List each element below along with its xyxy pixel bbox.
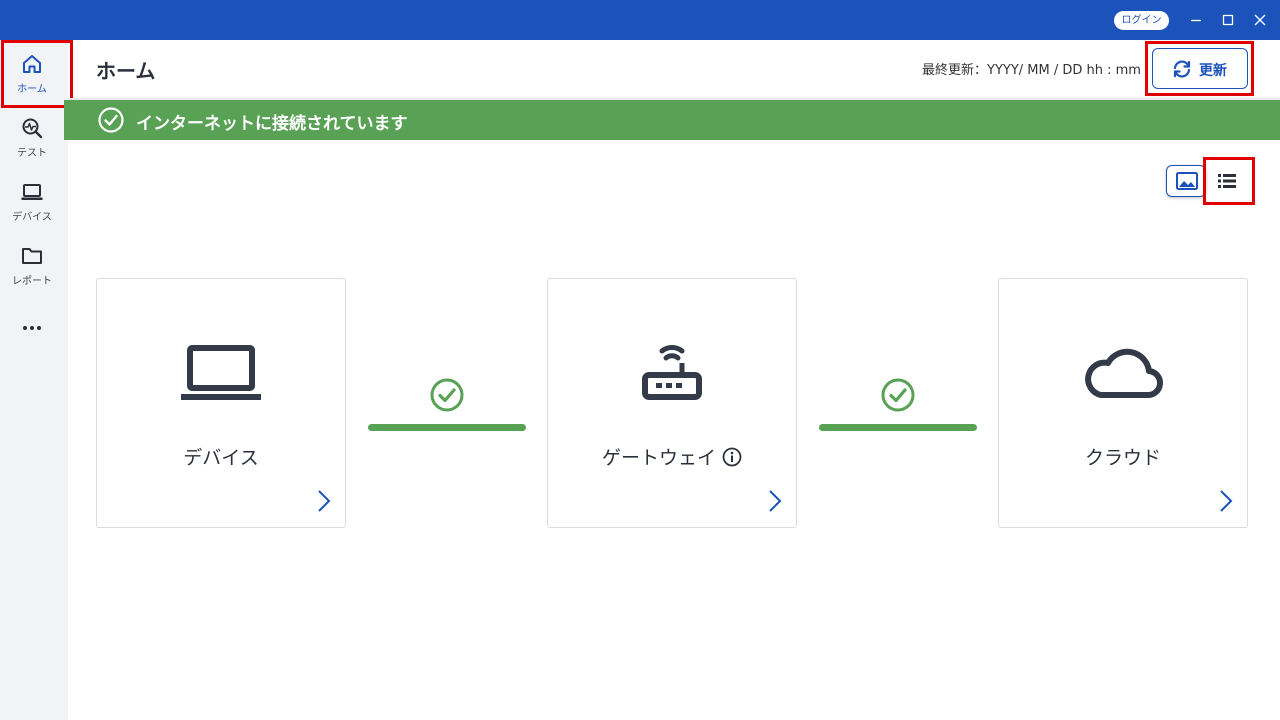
login-button[interactable]: ログイン [1114,11,1169,30]
check-circle-icon [430,378,464,412]
card-label: デバイス [183,447,259,469]
chevron-right-icon [317,489,331,513]
laptop-icon [97,339,345,409]
sidebar-item-home[interactable]: ホーム [0,40,73,108]
close-icon[interactable] [1250,10,1270,30]
connection-line [368,424,526,431]
card-label: ゲートウェイ [601,447,716,469]
sidebar-item-label: レポート [12,276,52,287]
last-updated-text: 最終更新：YYYY/ MM / DD hh : mm [922,63,1141,78]
gateway-card[interactable]: ゲートウェイ [547,278,797,528]
minimize-icon[interactable] [1186,10,1206,30]
sidebar-item-label: テスト [17,148,47,159]
test-icon [20,116,44,140]
laptop-icon [20,180,44,204]
gateway-cloud-connection [819,378,977,434]
page-title: ホーム [96,59,156,83]
chevron-right-icon [768,489,782,513]
home-icon [20,52,44,76]
check-circle-icon [98,107,124,133]
card-label-wrap: ゲートウェイ [548,443,796,470]
device-card[interactable]: デバイス [96,278,346,528]
view-toggle [1166,165,1246,197]
list-view-button[interactable] [1210,165,1246,197]
cloud-card[interactable]: クラウド [998,278,1248,528]
sidebar-item-label: デバイス [12,212,52,223]
refresh-button[interactable]: 更新 [1152,48,1248,89]
title-bar: ログイン [0,0,1280,40]
sidebar-item-reports[interactable]: レポート [0,232,64,296]
sidebar-item-label: ホーム [17,84,47,95]
sidebar: ホーム テスト デバイス レポート [0,40,73,720]
connection-status-text: インターネットに接続されています [136,114,408,134]
chevron-right-icon [1219,489,1233,513]
folder-icon [20,244,44,268]
router-icon [548,339,796,409]
maximize-icon[interactable] [1218,10,1238,30]
image-view-button[interactable] [1166,165,1206,197]
card-label: クラウド [1084,447,1161,469]
refresh-label: 更新 [1199,63,1227,79]
sidebar-item-devices[interactable]: デバイス [0,168,64,232]
device-gateway-connection [368,378,526,434]
check-circle-icon [881,378,915,412]
info-icon[interactable] [722,447,742,467]
cloud-icon [999,339,1247,409]
connection-status-banner: インターネットに接続されています [64,100,1280,140]
sidebar-item-test[interactable]: テスト [0,104,64,168]
refresh-icon [1171,58,1193,80]
connection-line [819,424,977,431]
more-icon[interactable] [18,316,46,340]
